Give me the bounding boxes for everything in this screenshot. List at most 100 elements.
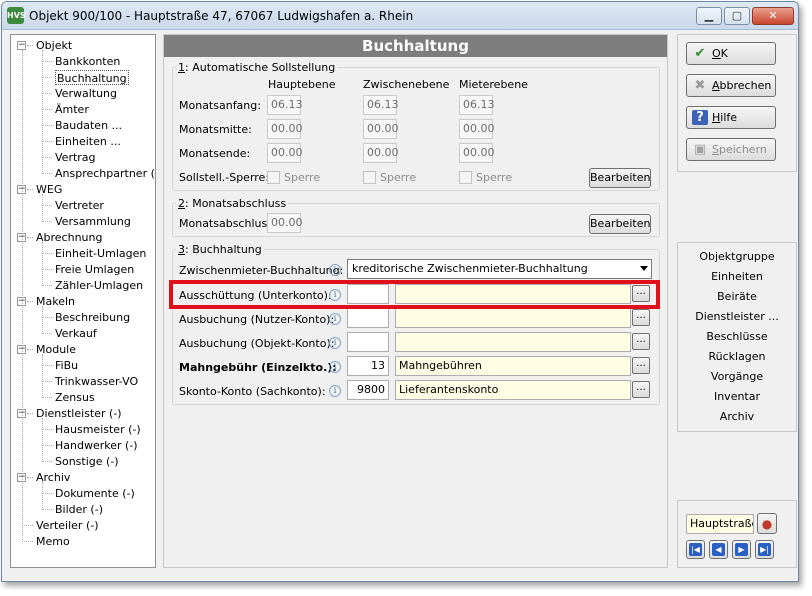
monatsanfang-zwischen-field[interactable]: 06.13 [363,95,399,115]
related-link[interactable]: Objektgruppe [678,250,796,263]
tree-leaf-item[interactable]: Verteiler (-) [36,518,99,533]
tree-connector [42,482,43,510]
account-lookup-button[interactable]: ... [632,357,650,374]
tree-child-item[interactable]: Dokumente (-) [55,486,135,501]
tree-connector [42,242,43,286]
related-link[interactable]: Vorgänge [678,370,796,383]
monatsmitte-zwischen-field[interactable]: 00.00 [363,119,399,139]
tree-connector [42,221,52,222]
tree-child-item[interactable]: Ansprechpartner (1) [55,166,155,181]
app-icon: HVS [7,7,26,24]
previous-record-button[interactable]: ◀ [709,540,728,559]
monatsanfang-haupt-field[interactable]: 06.13 [267,95,303,115]
tree-child-item[interactable]: Buchhaltung [55,70,129,85]
first-record-button[interactable]: |◀ [686,540,705,559]
tree-connector [27,413,33,414]
sperre-haupt-checkbox[interactable] [267,171,280,184]
tree-connector [42,333,52,334]
account-name-field: Lieferantenskonto [395,380,631,400]
sperre-zwischen-label: Sperre [380,171,417,184]
help-button[interactable]: ? Hilfe [686,106,776,129]
tree-child-item[interactable]: Zähler-Umlagen [55,278,143,293]
tree-child-item[interactable]: Ämter [55,102,89,117]
tree-group-item[interactable]: Dienstleister (-) [36,406,122,421]
close-icon[interactable]: ✕ [752,7,794,25]
tree-connector [42,157,52,158]
tree-child-item[interactable]: Einheit-Umlagen [55,246,146,261]
related-link[interactable]: Inventar [678,390,796,403]
expand-collapse-icon[interactable]: − [17,41,26,50]
related-link[interactable]: Beiräte [678,290,796,303]
tree-child-item[interactable]: Vertreter [55,198,104,213]
tree-connector [42,141,52,142]
maximize-icon[interactable]: ▢ [724,7,750,25]
tree-child-item[interactable]: Verkauf [55,326,97,341]
monatsabschluss-edit-button[interactable]: Bearbeiten [589,214,651,234]
related-link[interactable]: Einheiten [678,270,796,283]
related-link[interactable]: Rücklagen [678,350,796,363]
tree-child-item[interactable]: Baudaten ... [55,118,122,133]
ok-button[interactable]: ✔ OK [686,42,776,65]
tree-connector [42,381,52,382]
first-icon: |◀ [689,543,702,556]
tree-child-item[interactable]: Bankkonten [55,54,120,69]
info-icon[interactable]: i [329,337,341,349]
related-link[interactable]: Dienstleister ... [678,310,796,323]
info-icon[interactable]: i [329,264,341,276]
tree-connector [22,525,33,526]
account-number-field[interactable]: 13 [347,356,389,376]
tree-child-item[interactable]: Sonstige (-) [55,454,119,469]
tree-child-item[interactable]: Einheiten ... [55,134,121,149]
info-icon[interactable]: i [329,361,341,373]
tree-leaf-item[interactable]: Memo [36,534,70,549]
account-lookup-button[interactable]: ... [632,381,650,398]
sperre-mieter-checkbox[interactable] [459,171,472,184]
address-field[interactable]: Hauptstraße 4 [686,514,754,534]
contacts-icon[interactable]: ● [757,513,777,534]
tree-child-item[interactable]: Freie Umlagen [55,262,134,277]
minimize-icon[interactable]: ▁ [696,7,722,25]
monatsende-zwischen-field[interactable]: 00.00 [363,143,399,163]
tree-child-item[interactable]: Handwerker (-) [55,438,138,453]
info-icon[interactable]: i [329,313,341,325]
account-lookup-button[interactable]: ... [632,309,650,326]
monatsende-mieter-field[interactable]: 00.00 [459,143,495,163]
monatsabschluss-field[interactable]: 00.00 [267,213,303,233]
account-lookup-button[interactable]: ... [632,333,650,350]
account-number-field[interactable] [347,332,389,352]
account-number-field[interactable]: 9800 [347,380,389,400]
next-record-button[interactable]: ▶ [732,540,751,559]
tree-connector [42,285,52,286]
account-number-field[interactable] [347,308,389,328]
tree-child-item[interactable]: Trinkwasser-VO [55,374,138,389]
sollstellung-edit-button[interactable]: Bearbeiten [589,168,651,188]
monatsmitte-haupt-field[interactable]: 00.00 [267,119,303,139]
tree-child-item[interactable]: Vertrag [55,150,96,165]
monatsende-haupt-field[interactable]: 00.00 [267,143,303,163]
tree-connector [27,301,33,302]
zwischenmieter-dropdown[interactable]: kreditorische Zwischenmieter-Buchhaltung [347,259,652,279]
tree-group-item[interactable]: Abrechnung [36,230,102,245]
cancel-button[interactable]: ✖ Abbrechen [686,74,776,97]
zwischenmieter-value: kreditorische Zwischenmieter-Buchhaltung [352,262,588,275]
monatsanfang-mieter-field[interactable]: 06.13 [459,95,495,115]
tree-child-item[interactable]: Verwaltung [55,86,117,101]
tree-child-item[interactable]: Beschreibung [55,310,130,325]
tree-group-item[interactable]: WEG [36,182,62,197]
last-record-button[interactable]: ▶| [755,540,774,559]
tree-child-item[interactable]: Versammlung [55,214,131,229]
tree-connector [42,418,43,462]
related-link[interactable]: Beschlüsse [678,330,796,343]
info-icon[interactable]: i [329,385,341,397]
tree-child-item[interactable]: Bilder (-) [55,502,103,517]
tree-child-item[interactable]: Zensus [55,390,95,405]
save-button[interactable]: ▣ Speichern [686,138,776,161]
title-bar: HVS Objekt 900/100 - Hauptstraße 47, 670… [2,2,798,30]
tree-child-item[interactable]: FiBu [55,358,78,373]
navigation-tree: − Objekt Bankkonten Buchhaltung Verwaltung Äm… [10,34,156,568]
tree-connector [42,50,43,174]
related-link[interactable]: Archiv [678,410,796,423]
monatsmitte-mieter-field[interactable]: 00.00 [459,119,495,139]
sperre-zwischen-checkbox[interactable] [363,171,376,184]
tree-child-item[interactable]: Hausmeister (-) [55,422,141,437]
